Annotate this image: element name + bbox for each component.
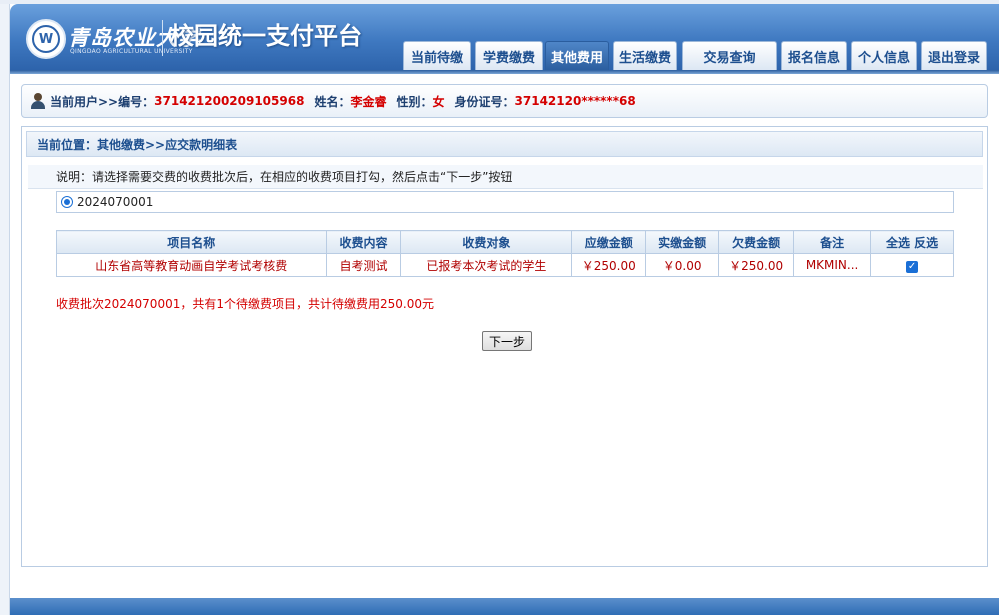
instruction-note: 说明：请选择需要交费的收费批次后，在相应的收费项目打勾，然后点击“下一步”按钮 bbox=[28, 165, 983, 189]
main-nav: 当前待缴 学费缴费 其他费用 生活缴费 交易查询 报名信息 个人信息 退出登录 bbox=[10, 41, 999, 71]
fee-table: 项目名称 收费内容 收费对象 应缴金额 实缴金额 欠费金额 备注 全选 反选 山… bbox=[56, 230, 954, 277]
row-checkbox[interactable]: ✓ bbox=[906, 260, 919, 273]
user-id-value: 371421200209105968 bbox=[154, 94, 305, 108]
nav-transaction-query[interactable]: 交易查询 bbox=[682, 41, 777, 71]
footer-bar bbox=[10, 598, 999, 615]
col-owed-amount: 欠费金额 bbox=[718, 230, 795, 254]
nav-current-due[interactable]: 当前待缴 bbox=[403, 41, 471, 71]
header-underline bbox=[10, 70, 999, 74]
user-gender-label: 性别： bbox=[396, 94, 433, 109]
nav-other-fees[interactable]: 其他费用 bbox=[545, 41, 609, 71]
user-info-bar: 当前用户>> 编号： 371421200209105968 姓名： 李金睿 性别… bbox=[21, 84, 988, 118]
table-header-row: 项目名称 收费内容 收费对象 应缴金额 实缴金额 欠费金额 备注 全选 反选 bbox=[56, 230, 954, 254]
cell-remark: MKMIN... bbox=[793, 253, 872, 277]
breadcrumb: 当前位置：其他缴费>>应交款明细表 bbox=[26, 131, 983, 157]
cell-due-amount: ￥250.00 bbox=[571, 253, 647, 277]
user-avatar-icon bbox=[30, 93, 46, 109]
header: W 青岛农业大学 QINGDAO AGRICULTURAL UNIVERSITY… bbox=[10, 4, 999, 71]
cell-item-name: 山东省高等教育动画自学考试考核费 bbox=[56, 253, 327, 277]
user-gender-value: 女 bbox=[432, 94, 445, 109]
batch-label[interactable]: 2024070001 bbox=[77, 195, 153, 209]
col-select-all[interactable]: 全选 反选 bbox=[870, 230, 954, 254]
nav-registration-info[interactable]: 报名信息 bbox=[781, 41, 847, 71]
batch-radio[interactable] bbox=[61, 196, 73, 208]
nav-logout[interactable]: 退出登录 bbox=[921, 41, 987, 71]
user-idcard-label: 身份证号： bbox=[454, 94, 515, 109]
frame-left bbox=[0, 4, 10, 615]
main-panel: 当前位置：其他缴费>>应交款明细表 说明：请选择需要交费的收费批次后，在相应的收… bbox=[21, 126, 988, 567]
nav-tuition[interactable]: 学费缴费 bbox=[475, 41, 543, 71]
user-id-label: 编号： bbox=[118, 94, 155, 109]
col-paid-amount: 实缴金额 bbox=[645, 230, 720, 254]
col-content: 收费内容 bbox=[325, 230, 402, 254]
user-name-label: 姓名： bbox=[314, 94, 351, 109]
batch-selector: 2024070001 bbox=[56, 191, 954, 213]
nav-living-fees[interactable]: 生活缴费 bbox=[613, 41, 677, 71]
user-idcard-value: 37142120******68 bbox=[514, 94, 636, 108]
table-row: 山东省高等教育动画自学考试考核费 自考测试 已报考本次考试的学生 ￥250.00… bbox=[56, 253, 954, 277]
col-target: 收费对象 bbox=[400, 230, 573, 254]
cell-content: 自考测试 bbox=[325, 253, 402, 277]
user-prefix: 当前用户>> bbox=[50, 94, 119, 109]
cell-select: ✓ bbox=[870, 253, 954, 277]
col-due-amount: 应缴金额 bbox=[571, 230, 647, 254]
cell-target: 已报考本次考试的学生 bbox=[400, 253, 573, 277]
nav-personal-info[interactable]: 个人信息 bbox=[851, 41, 917, 71]
col-item-name: 项目名称 bbox=[56, 230, 327, 254]
user-name-value: 李金睿 bbox=[350, 94, 387, 109]
fee-summary: 收费批次2024070001，共有1个待缴费项目，共计待缴费用250.00元 bbox=[56, 297, 434, 311]
col-remark: 备注 bbox=[793, 230, 872, 254]
cell-owed-amount: ￥250.00 bbox=[718, 253, 795, 277]
next-step-button[interactable]: 下一步 bbox=[482, 331, 533, 351]
cell-paid-amount: ￥0.00 bbox=[645, 253, 720, 277]
